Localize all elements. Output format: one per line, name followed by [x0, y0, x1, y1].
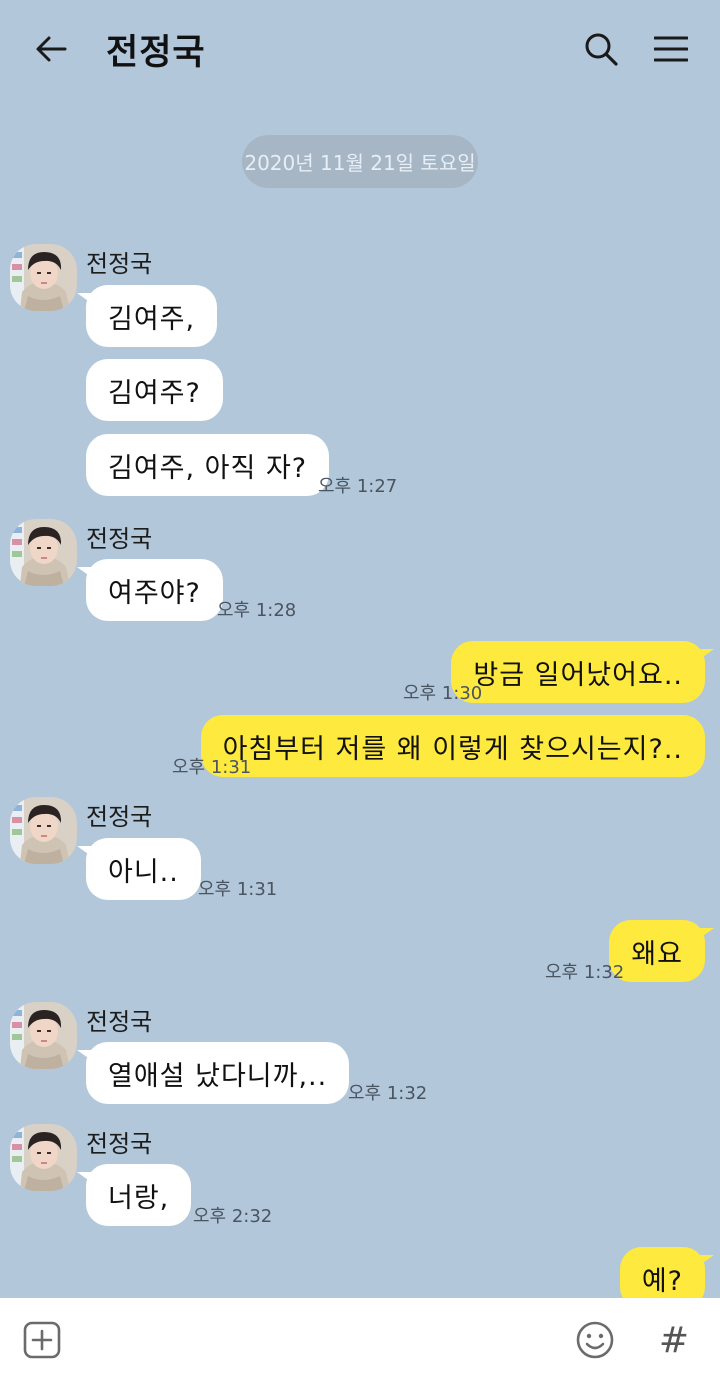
message-text: 방금 일어났어요.. [473, 659, 683, 691]
avatar[interactable] [10, 797, 77, 864]
sender-name: 전정국 [86, 525, 153, 553]
arrow-left-icon [36, 36, 67, 62]
date-divider: 2020년 11월 21일 토요일 [242, 135, 478, 188]
message-text: 왜요 [631, 938, 683, 970]
message-bubble-outgoing[interactable]: 방금 일어났어요.. [451, 641, 714, 703]
avatar[interactable] [10, 244, 77, 311]
profile-photo [10, 1002, 77, 1069]
message-text: 여주야? [108, 577, 201, 609]
profile-photo [10, 797, 77, 864]
message-time: 오후 1:31 [172, 757, 252, 778]
message-time: 오후 1:30 [403, 683, 483, 704]
message-bubble-incoming[interactable]: 여주야? [77, 559, 223, 621]
message-time: 오후 2:32 [193, 1206, 273, 1227]
message-bubble-incoming[interactable]: 아니.. [77, 838, 201, 900]
back-button[interactable] [30, 28, 72, 70]
message-time: 오후 1:28 [217, 600, 297, 621]
message-text: 예? [641, 1265, 683, 1297]
message-text: 아니.. [108, 856, 179, 888]
message-text: 김여주, [108, 303, 196, 335]
sender-name: 전정국 [86, 803, 153, 831]
message-time: 오후 1:32 [545, 962, 625, 983]
chat-header: 전정국 [0, 0, 720, 100]
hashtag-search-button[interactable]: # [652, 1318, 696, 1362]
profile-photo [10, 1124, 77, 1191]
message-text: 김여주? [108, 377, 201, 409]
message-bubble-incoming[interactable]: 열애설 났다니까,.. [76, 1042, 350, 1104]
menu-button[interactable] [650, 28, 692, 70]
search-icon [585, 33, 618, 66]
avatar[interactable] [10, 1002, 77, 1069]
sender-name: 전정국 [86, 1008, 153, 1036]
sender-name: 전정국 [86, 1130, 153, 1158]
message-time: 오후 1:32 [348, 1083, 428, 1104]
message-bubble-incoming[interactable]: 김여주, [76, 285, 218, 347]
message-bubble-outgoing[interactable]: 아침부터 저를 왜 이렇게 찾으시는지?.. [200, 715, 705, 777]
hamburger-menu-icon [654, 36, 688, 62]
emoji-button[interactable] [574, 1319, 616, 1361]
message-text: 아침부터 저를 왜 이렇게 찾으시는지?.. [222, 733, 683, 765]
message-composer: # [0, 1298, 720, 1382]
avatar[interactable] [10, 519, 77, 586]
avatar[interactable] [10, 1124, 77, 1191]
plus-square-icon [23, 1321, 61, 1359]
message-text: 열애설 났다니까,.. [108, 1060, 328, 1092]
chat-title: 전정국 [106, 33, 206, 73]
sender-name: 전정국 [86, 250, 153, 278]
search-button[interactable] [580, 28, 622, 70]
message-text: 너랑, [108, 1182, 170, 1214]
attach-button[interactable] [22, 1320, 62, 1360]
message-time: 오후 1:31 [198, 879, 278, 900]
profile-photo [10, 519, 77, 586]
message-bubble-incoming[interactable]: 김여주, 아직 자? [86, 434, 330, 496]
message-bubble-incoming[interactable]: 너랑, [76, 1164, 192, 1226]
message-bubble-incoming[interactable]: 김여주? [86, 359, 223, 421]
profile-photo [10, 244, 77, 311]
message-time: 오후 1:27 [318, 476, 398, 497]
emoji-icon [576, 1321, 614, 1359]
message-text: 김여주, 아직 자? [108, 452, 308, 484]
